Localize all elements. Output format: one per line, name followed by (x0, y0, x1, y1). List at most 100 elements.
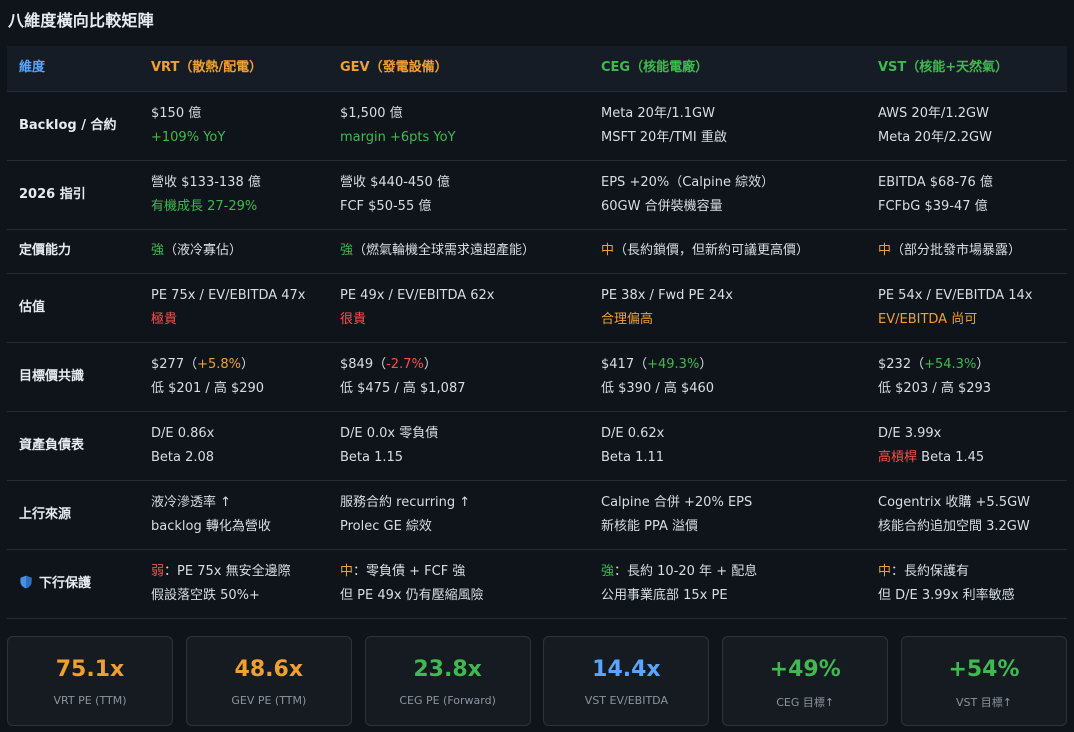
target-change: -2.7% (386, 356, 424, 372)
cell-text: Meta 20年/2.2GW (878, 129, 992, 145)
cell-text: （燃氣輪機全球需求遠超產能） (353, 243, 536, 258)
rating-badge: 中 (601, 243, 615, 258)
cell-pricing-vst: 中（部分批發市場暴露） (866, 229, 1067, 274)
header-vst: VST（核能+天然氣） (866, 46, 1067, 92)
metric-label: CEG 目標↑ (776, 696, 835, 709)
valuation-verdict: 很貴 (340, 311, 367, 327)
cell-guidance-ceg: EPS +20%（Calpine 綜效） 60GW 合併裝機容量 (589, 160, 866, 230)
cell-text-highlight: 有機成長 27-29% (151, 198, 258, 214)
cell-text: ：零負債 + FCF 強 (353, 563, 466, 579)
cell-upside-gev: 服務合約 recurring ↑ Prolec GE 綜效 (328, 480, 589, 550)
cell-text: Cogentrix 收購 +5.5GW (878, 494, 1031, 510)
cell-text-highlight: +109% YoY (151, 129, 226, 145)
target-change: +54.3% (924, 356, 977, 372)
cell-pricing-ceg: 中（長約鎖價，但新約可議更高價） (589, 229, 866, 274)
cell-text: $1,500 億 (340, 105, 403, 121)
metric-label: GEV PE (TTM) (231, 694, 307, 707)
metric-card-ceg-target: +49% CEG 目標↑ (722, 636, 889, 726)
cell-text: Beta 1.45 (917, 449, 985, 465)
cell-text: 60GW 合併裝機容量 (601, 198, 723, 214)
cell-pricing-vrt: 強（液冷寡佔） (139, 229, 328, 274)
cell-upside-ceg: Calpine 合併 +20% EPS 新核能 PPA 溢價 (589, 480, 866, 550)
cell-text: Beta 1.15 (340, 449, 404, 465)
header-vrt: VRT（散熱/配電） (139, 46, 328, 92)
cell-target-vst: $232（+54.3%） 低 $203 / 高 $293 (866, 342, 1067, 412)
target-price-line: $277（+5.8%） (151, 353, 328, 377)
cell-line: 中：長約保護有 (878, 560, 1067, 584)
comparison-matrix-table: 維度 VRT（散熱/配電） GEV（發電設備） CEG（核能電廠） VST（核能… (7, 46, 1067, 619)
cell-target-gev: $849（-2.7%） 低 $475 / 高 $1,087 (328, 342, 589, 412)
cell-text: 假設落空跌 50%+ (151, 587, 260, 603)
cell-text: 液冷滲透率 ↑ (151, 494, 232, 510)
cell-text-highlight: margin +6pts YoY (340, 129, 456, 145)
valuation-verdict: EV/EBITDA 尚可 (878, 311, 978, 327)
cell-line: 強：長約 10-20 年 + 配息 (601, 560, 866, 584)
metric-card-vst-target: +54% VST 目標↑ (900, 636, 1067, 726)
rating-badge: 中 (340, 563, 354, 579)
cell-text: Beta 2.08 (151, 449, 215, 465)
cell-guidance-vst: EBITDA $68-76 億 FCFbG $39-47 億 (866, 160, 1067, 230)
cell-text: Beta 1.11 (601, 449, 665, 465)
cell-text: 公用事業底部 15x PE (601, 587, 728, 603)
row-label-backlog: Backlog / 合約 (7, 91, 139, 161)
cell-valuation-vrt: PE 75x / EV/EBITDA 47x 極貴 (139, 273, 328, 343)
cell-pricing-gev: 強（燃氣輪機全球需求遠超產能） (328, 229, 589, 274)
cell-upside-vrt: 液冷滲透率 ↑ backlog 轉化為營收 (139, 480, 328, 550)
metric-value: 14.4x (592, 657, 661, 682)
metric-card-vst-ev-ebitda: 14.4x VST EV/EBITDA (543, 636, 710, 726)
rating-badge: 中 (878, 243, 892, 258)
target-range: 低 $390 / 高 $460 (601, 380, 715, 396)
cell-text: AWS 20年/1.2GW (878, 105, 989, 121)
metric-label: VST 目標↑ (956, 696, 1012, 709)
metric-cards: 75.1x VRT PE (TTM) 48.6x GEV PE (TTM) 23… (7, 636, 1067, 726)
table-row-guidance: 2026 指引 營收 $133-138 億 有機成長 27-29% 營收 $44… (7, 160, 1067, 230)
cell-valuation-vst: PE 54x / EV/EBITDA 14x EV/EBITDA 尚可 (866, 273, 1067, 343)
target-price: $849 (340, 356, 374, 372)
paren-open: （ (911, 356, 925, 372)
paren-open: （ (373, 356, 387, 372)
header-ceg: CEG（核能電廠） (589, 46, 866, 92)
cell-downside-vrt: 弱：PE 75x 無安全邊際 假設落空跌 50%+ (139, 549, 328, 619)
metric-value: +49% (769, 657, 841, 682)
metric-label: VST EV/EBITDA (584, 694, 668, 707)
target-price-line: $849（-2.7%） (340, 353, 589, 377)
cell-text: ：長約 10-20 年 + 配息 (614, 563, 758, 579)
cell-text: 營收 $133-138 億 (151, 174, 261, 190)
metric-label: VRT PE (TTM) (53, 694, 127, 707)
cell-balance-ceg: D/E 0.62x Beta 1.11 (589, 411, 866, 481)
rating-badge: 強 (601, 563, 615, 579)
rating-badge: 強 (340, 243, 354, 258)
cell-text: EPS +20%（Calpine 綜效） (601, 174, 775, 190)
header-dimension: 維度 (7, 46, 139, 92)
cell-text: MSFT 20年/TMI 重啟 (601, 129, 727, 145)
target-range: 低 $201 / 高 $290 (151, 380, 265, 396)
row-label-downside: 下行保護 (7, 549, 139, 619)
cell-guidance-gev: 營收 $440-450 億 FCF $50-55 億 (328, 160, 589, 230)
cell-text: $150 億 (151, 105, 202, 121)
cell-text: PE 49x / EV/EBITDA 62x (340, 287, 495, 303)
row-label-guidance: 2026 指引 (7, 160, 139, 230)
metric-label: CEG PE (Forward) (399, 694, 496, 707)
cell-text: 但 D/E 3.99x 利率敏感 (878, 587, 1015, 603)
table-header-row: 維度 VRT（散熱/配電） GEV（發電設備） CEG（核能電廠） VST（核能… (7, 46, 1067, 92)
row-label-target: 目標價共識 (7, 342, 139, 412)
cell-text: ：長約保護有 (891, 563, 970, 579)
cell-text: D/E 0.0x 零負債 (340, 425, 439, 441)
table-row-balance: 資產負債表 D/E 0.86x Beta 2.08 D/E 0.0x 零負債 B… (7, 411, 1067, 481)
cell-text: Meta 20年/1.1GW (601, 105, 715, 121)
cell-text: Calpine 合併 +20% EPS (601, 494, 753, 510)
cell-text: D/E 3.99x (878, 425, 942, 441)
cell-text: （液冷寡佔） (164, 243, 243, 258)
cell-upside-vst: Cogentrix 收購 +5.5GW 核能合約追加空間 3.2GW (866, 480, 1067, 550)
table-row-target: 目標價共識 $277（+5.8%） 低 $201 / 高 $290 $849（-… (7, 342, 1067, 412)
cell-target-ceg: $417（+49.3%） 低 $390 / 高 $460 (589, 342, 866, 412)
target-price-line: $417（+49.3%） (601, 353, 866, 377)
target-change: +49.3% (647, 356, 700, 372)
target-price: $417 (601, 356, 635, 372)
row-label-pricing: 定價能力 (7, 229, 139, 274)
cell-downside-vst: 中：長約保護有 但 D/E 3.99x 利率敏感 (866, 549, 1067, 619)
row-label-valuation: 估值 (7, 273, 139, 343)
cell-text: EBITDA $68-76 億 (878, 174, 993, 190)
table-row-valuation: 估值 PE 75x / EV/EBITDA 47x 極貴 PE 49x / EV… (7, 273, 1067, 343)
metric-value: 75.1x (55, 657, 125, 682)
